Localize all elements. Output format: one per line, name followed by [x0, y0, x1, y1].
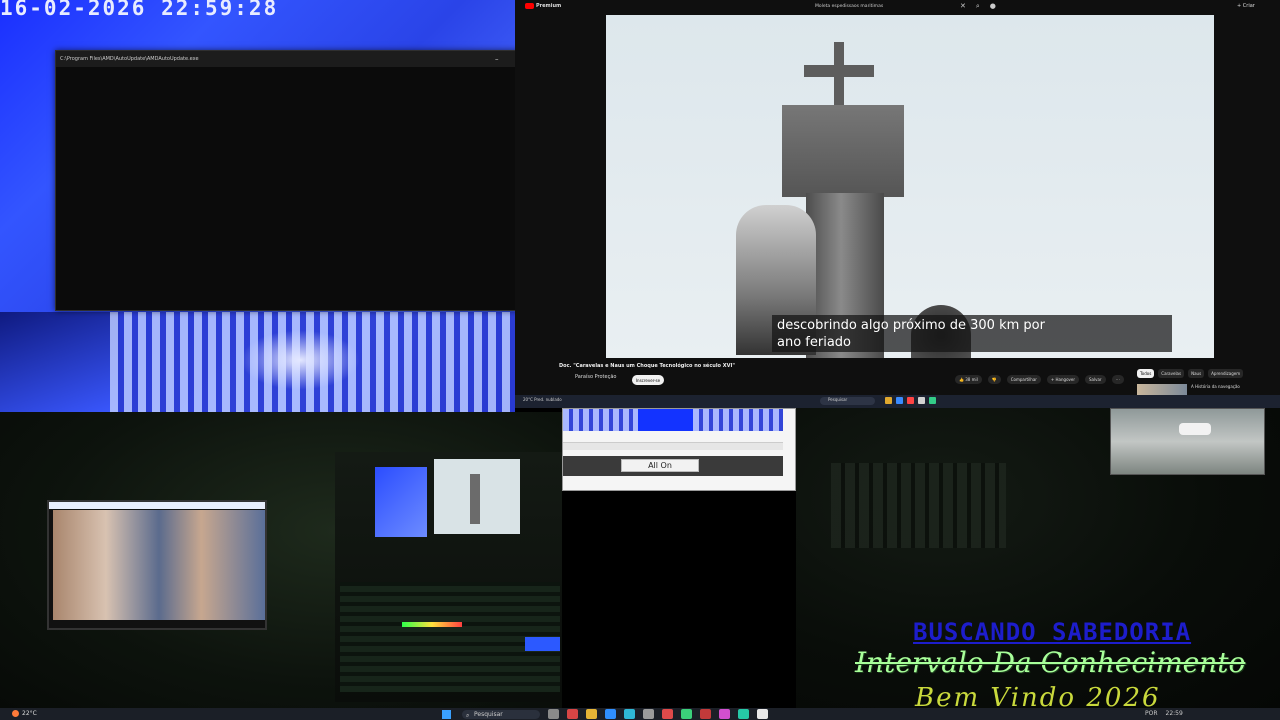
youtube-logo-text: Premium [536, 3, 562, 9]
microphone-icon[interactable]: ● [990, 2, 996, 11]
chip-caravelas[interactable]: Caravelas [1158, 369, 1185, 378]
control-scrollbar[interactable] [563, 442, 783, 450]
youtube-window: Premium Moleta espedissaos maritimas ✕ ⌕… [515, 0, 1280, 406]
minimize-button[interactable]: – [495, 55, 499, 63]
control-preview [563, 409, 783, 431]
preview-pillar [470, 474, 480, 524]
youtube-search-input[interactable]: Moleta espedissaos maritimas [815, 4, 883, 9]
clock[interactable]: 22:59 [1166, 710, 1183, 717]
app-icon[interactable] [624, 709, 635, 719]
like-button[interactable]: 👍 38 mil [955, 375, 982, 384]
clear-search-icon[interactable]: ✕ [960, 2, 966, 11]
video-player[interactable]: descobrindo algo próximo de 300 km por a… [606, 15, 1214, 358]
pip-car [1179, 423, 1211, 435]
camera-timestamp: 16-02-2026 22:59:28 [0, 0, 279, 20]
video-pillar-capital [782, 105, 904, 197]
picture-in-picture-feed [1110, 408, 1265, 475]
taskbar-pinned-apps [548, 709, 768, 719]
console-title: C:\Program Files\AMD\AutoUpdate\AMDAutoU… [60, 56, 199, 62]
app-icon[interactable] [548, 709, 559, 719]
chip-naus[interactable]: Naus [1188, 369, 1205, 378]
app-icon[interactable] [719, 709, 730, 719]
overlay-line-2: Intervalo Da Conhecimento [855, 646, 1246, 679]
studio-monitor [47, 500, 267, 630]
weather-widget[interactable]: 22°C [12, 710, 37, 717]
app-icon[interactable] [662, 709, 673, 719]
control-preview-block [638, 409, 693, 431]
share-button[interactable]: Compartilhar [1006, 375, 1041, 384]
app-icon[interactable] [567, 709, 578, 719]
folder-icon[interactable] [586, 709, 597, 719]
language-indicator[interactable]: POR [1145, 710, 1158, 717]
control-window: All On [562, 408, 796, 491]
dark-room-window [831, 463, 1006, 548]
channel-name[interactable]: Paraíso Proteção [575, 374, 616, 380]
search-icon: ⌕ [466, 712, 470, 719]
studio-preview-monitor-2 [434, 459, 520, 534]
overlay-line-1: BUSCANDO SABEDORIA [913, 618, 1192, 646]
app-icon[interactable] [700, 709, 711, 719]
video-frame-sky [606, 15, 1214, 358]
youtube-logo[interactable]: Premium [525, 3, 561, 9]
create-button[interactable]: + Criar [1237, 3, 1255, 9]
subscribe-button[interactable]: Inscrever-se [632, 375, 664, 385]
save-button[interactable]: Salvar [1085, 375, 1106, 384]
app-icon[interactable] [681, 709, 692, 719]
studio-monitor-screen [53, 510, 265, 620]
edge-icon[interactable] [896, 397, 903, 404]
app-icon[interactable] [757, 709, 768, 719]
console-titlebar[interactable]: C:\Program Files\AMD\AutoUpdate\AMDAutoU… [56, 51, 551, 67]
more-actions-button[interactable]: ⋯ [1111, 375, 1124, 384]
search-icon[interactable]: ⌕ [976, 2, 980, 11]
start-button[interactable] [442, 710, 451, 719]
windows-taskbar: 22°C ⌕ Pesquisar POR 22:59 [0, 708, 1280, 720]
taskbar-search-placeholder: Pesquisar [474, 711, 503, 718]
app-icon[interactable] [907, 397, 914, 404]
dislike-button[interactable]: 👎 [987, 375, 1001, 384]
audio-meter [402, 622, 462, 627]
audio-mixer [340, 582, 560, 692]
mixer-screen [525, 637, 560, 651]
chip-all[interactable]: Todos [1137, 369, 1155, 378]
edge-icon[interactable] [605, 709, 616, 719]
embedded-weather[interactable]: 20°C Pred. nublado [523, 397, 562, 402]
youtube-play-icon [525, 3, 534, 9]
weather-icon [12, 710, 19, 717]
system-tray: POR 22:59 [1145, 710, 1183, 717]
camera-scene-car [240, 330, 360, 390]
related-video-title[interactable]: A História da navegação [1191, 384, 1240, 389]
video-cross-horizontal [804, 65, 874, 77]
console-window[interactable]: C:\Program Files\AMD\AutoUpdate\AMDAutoU… [55, 50, 552, 311]
all-on-button[interactable]: All On [621, 459, 699, 472]
app-icon[interactable] [918, 397, 925, 404]
taskbar-search-input[interactable]: ⌕ Pesquisar [462, 710, 540, 719]
app-icon[interactable] [643, 709, 654, 719]
camera-feed-studio [0, 412, 562, 708]
studio-monitor-bar [49, 502, 265, 509]
folder-icon[interactable] [885, 397, 892, 404]
app-icon[interactable] [929, 397, 936, 404]
subtitle-line-2: ano feriado [777, 335, 851, 350]
embedded-taskbar: 20°C Pred. nublado Pesquisar [515, 395, 1280, 408]
hangover-button[interactable]: + Hangover [1046, 375, 1079, 384]
subtitle-line-1: descobrindo algo próximo de 300 km por [777, 318, 1045, 333]
embedded-search-input[interactable]: Pesquisar [820, 397, 875, 405]
app-icon[interactable] [738, 709, 749, 719]
camera-scene-shadow [0, 312, 120, 412]
chip-aprendizagem[interactable]: Aprendizagem [1208, 369, 1244, 378]
youtube-topbar: Premium Moleta espedissaos maritimas ✕ ⌕… [515, 0, 1280, 15]
video-title: Doc. "Caravelas e Naus um Choque Tecnoló… [559, 363, 735, 369]
weather-temp: 22°C [22, 710, 37, 717]
video-cross-vertical [834, 42, 844, 112]
studio-preview-monitor-1 [375, 467, 427, 537]
video-subtitle: descobrindo algo próximo de 300 km por a… [772, 315, 1172, 352]
